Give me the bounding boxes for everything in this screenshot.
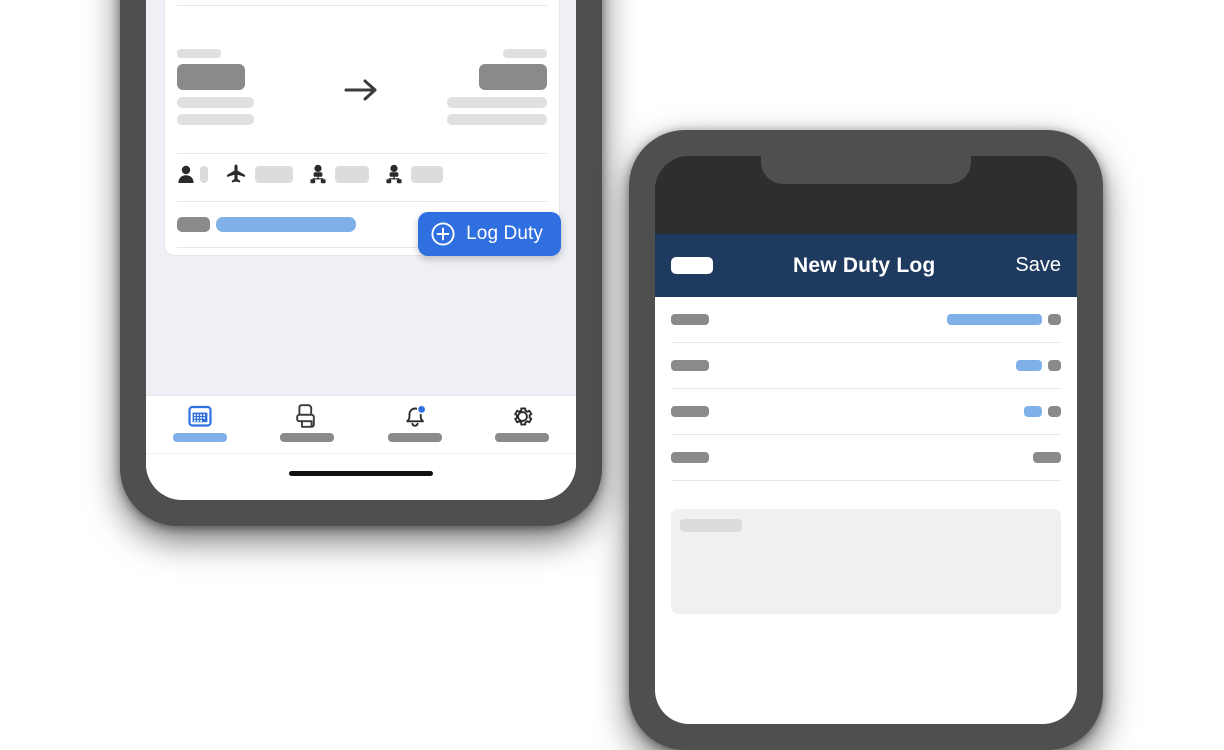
calendar-icon — [187, 402, 213, 430]
crew-count-1-placeholder — [335, 165, 369, 183]
tab-settings[interactable] — [469, 396, 577, 453]
destination-date-placeholder — [447, 114, 547, 125]
field-label-placeholder — [671, 452, 709, 463]
tab-notifications[interactable] — [361, 396, 469, 453]
field-value-placeholder — [1033, 452, 1061, 463]
nav-bar: New Duty Log Save — [655, 234, 1077, 297]
tab-documents-label-placeholder — [280, 433, 335, 442]
field-value-placeholder — [947, 314, 1042, 325]
crew-member-icon — [309, 164, 327, 184]
plus-circle-icon — [431, 222, 455, 246]
card-divider-middle — [177, 153, 547, 154]
tab-settings-label-placeholder — [495, 433, 550, 442]
left-phone-frame: Log Duty — [120, 0, 602, 526]
route-row — [165, 49, 559, 147]
field-label-placeholder — [671, 360, 709, 371]
route-destination — [417, 49, 547, 125]
duty-status-row — [177, 217, 356, 232]
home-indicator-area — [146, 453, 576, 500]
crew-count-2-placeholder — [411, 165, 443, 183]
notch — [761, 156, 971, 184]
right-phone-frame: New Duty Log Save — [629, 130, 1103, 750]
tab-calendar-label-placeholder — [172, 433, 227, 442]
log-duty-label: Log Duty — [466, 223, 543, 244]
crew-member-icon — [385, 164, 403, 184]
card-divider-lower — [177, 201, 547, 202]
person-icon — [177, 164, 195, 184]
bottom-tab-bar — [146, 395, 576, 453]
notes-field[interactable] — [671, 509, 1061, 614]
form-row[interactable] — [671, 389, 1061, 435]
crew-row — [177, 163, 443, 185]
chevron-placeholder — [1048, 406, 1061, 417]
destination-label-placeholder — [503, 49, 547, 58]
bell-icon — [401, 402, 429, 430]
documents-icon — [293, 402, 321, 430]
field-value — [1024, 406, 1061, 417]
form-row[interactable] — [671, 435, 1061, 481]
home-indicator[interactable] — [289, 471, 433, 476]
person-count-placeholder — [200, 165, 208, 183]
duty-list-page: Log Duty — [146, 0, 576, 395]
gear-icon — [509, 402, 536, 430]
origin-label-placeholder — [177, 49, 221, 58]
airplane-icon — [225, 163, 247, 185]
log-duty-button[interactable]: Log Duty — [418, 212, 561, 256]
chevron-placeholder — [1048, 314, 1061, 325]
page-title: New Duty Log — [793, 253, 936, 277]
field-value — [1033, 452, 1061, 463]
card-divider-top — [177, 5, 547, 6]
status-tag-placeholder — [177, 217, 210, 232]
chevron-placeholder — [1048, 360, 1061, 371]
tab-calendar[interactable] — [146, 396, 254, 453]
destination-code-placeholder — [479, 64, 547, 90]
duty-progress-bar — [216, 217, 356, 232]
flight-number-placeholder — [255, 165, 293, 183]
destination-time-placeholder — [447, 97, 547, 108]
notch-area — [655, 156, 1077, 234]
origin-date-placeholder — [177, 114, 254, 125]
form-row[interactable] — [671, 343, 1061, 389]
back-button[interactable] — [671, 257, 713, 274]
tab-documents[interactable] — [254, 396, 362, 453]
field-value — [1016, 360, 1061, 371]
field-label-placeholder — [671, 314, 709, 325]
field-value-placeholder — [1016, 360, 1042, 371]
notes-placeholder — [680, 519, 742, 532]
form-row[interactable] — [671, 297, 1061, 343]
field-value — [947, 314, 1061, 325]
field-label-placeholder — [671, 406, 709, 417]
notification-badge-dot — [416, 404, 427, 415]
tab-notifications-label-placeholder — [387, 433, 442, 442]
duty-log-form — [655, 297, 1077, 724]
save-button[interactable]: Save — [1015, 254, 1061, 277]
right-phone-screen: New Duty Log Save — [655, 156, 1077, 724]
arrow-right-icon — [344, 79, 377, 101]
field-value-placeholder — [1024, 406, 1042, 417]
left-phone-screen: Log Duty — [146, 0, 576, 500]
